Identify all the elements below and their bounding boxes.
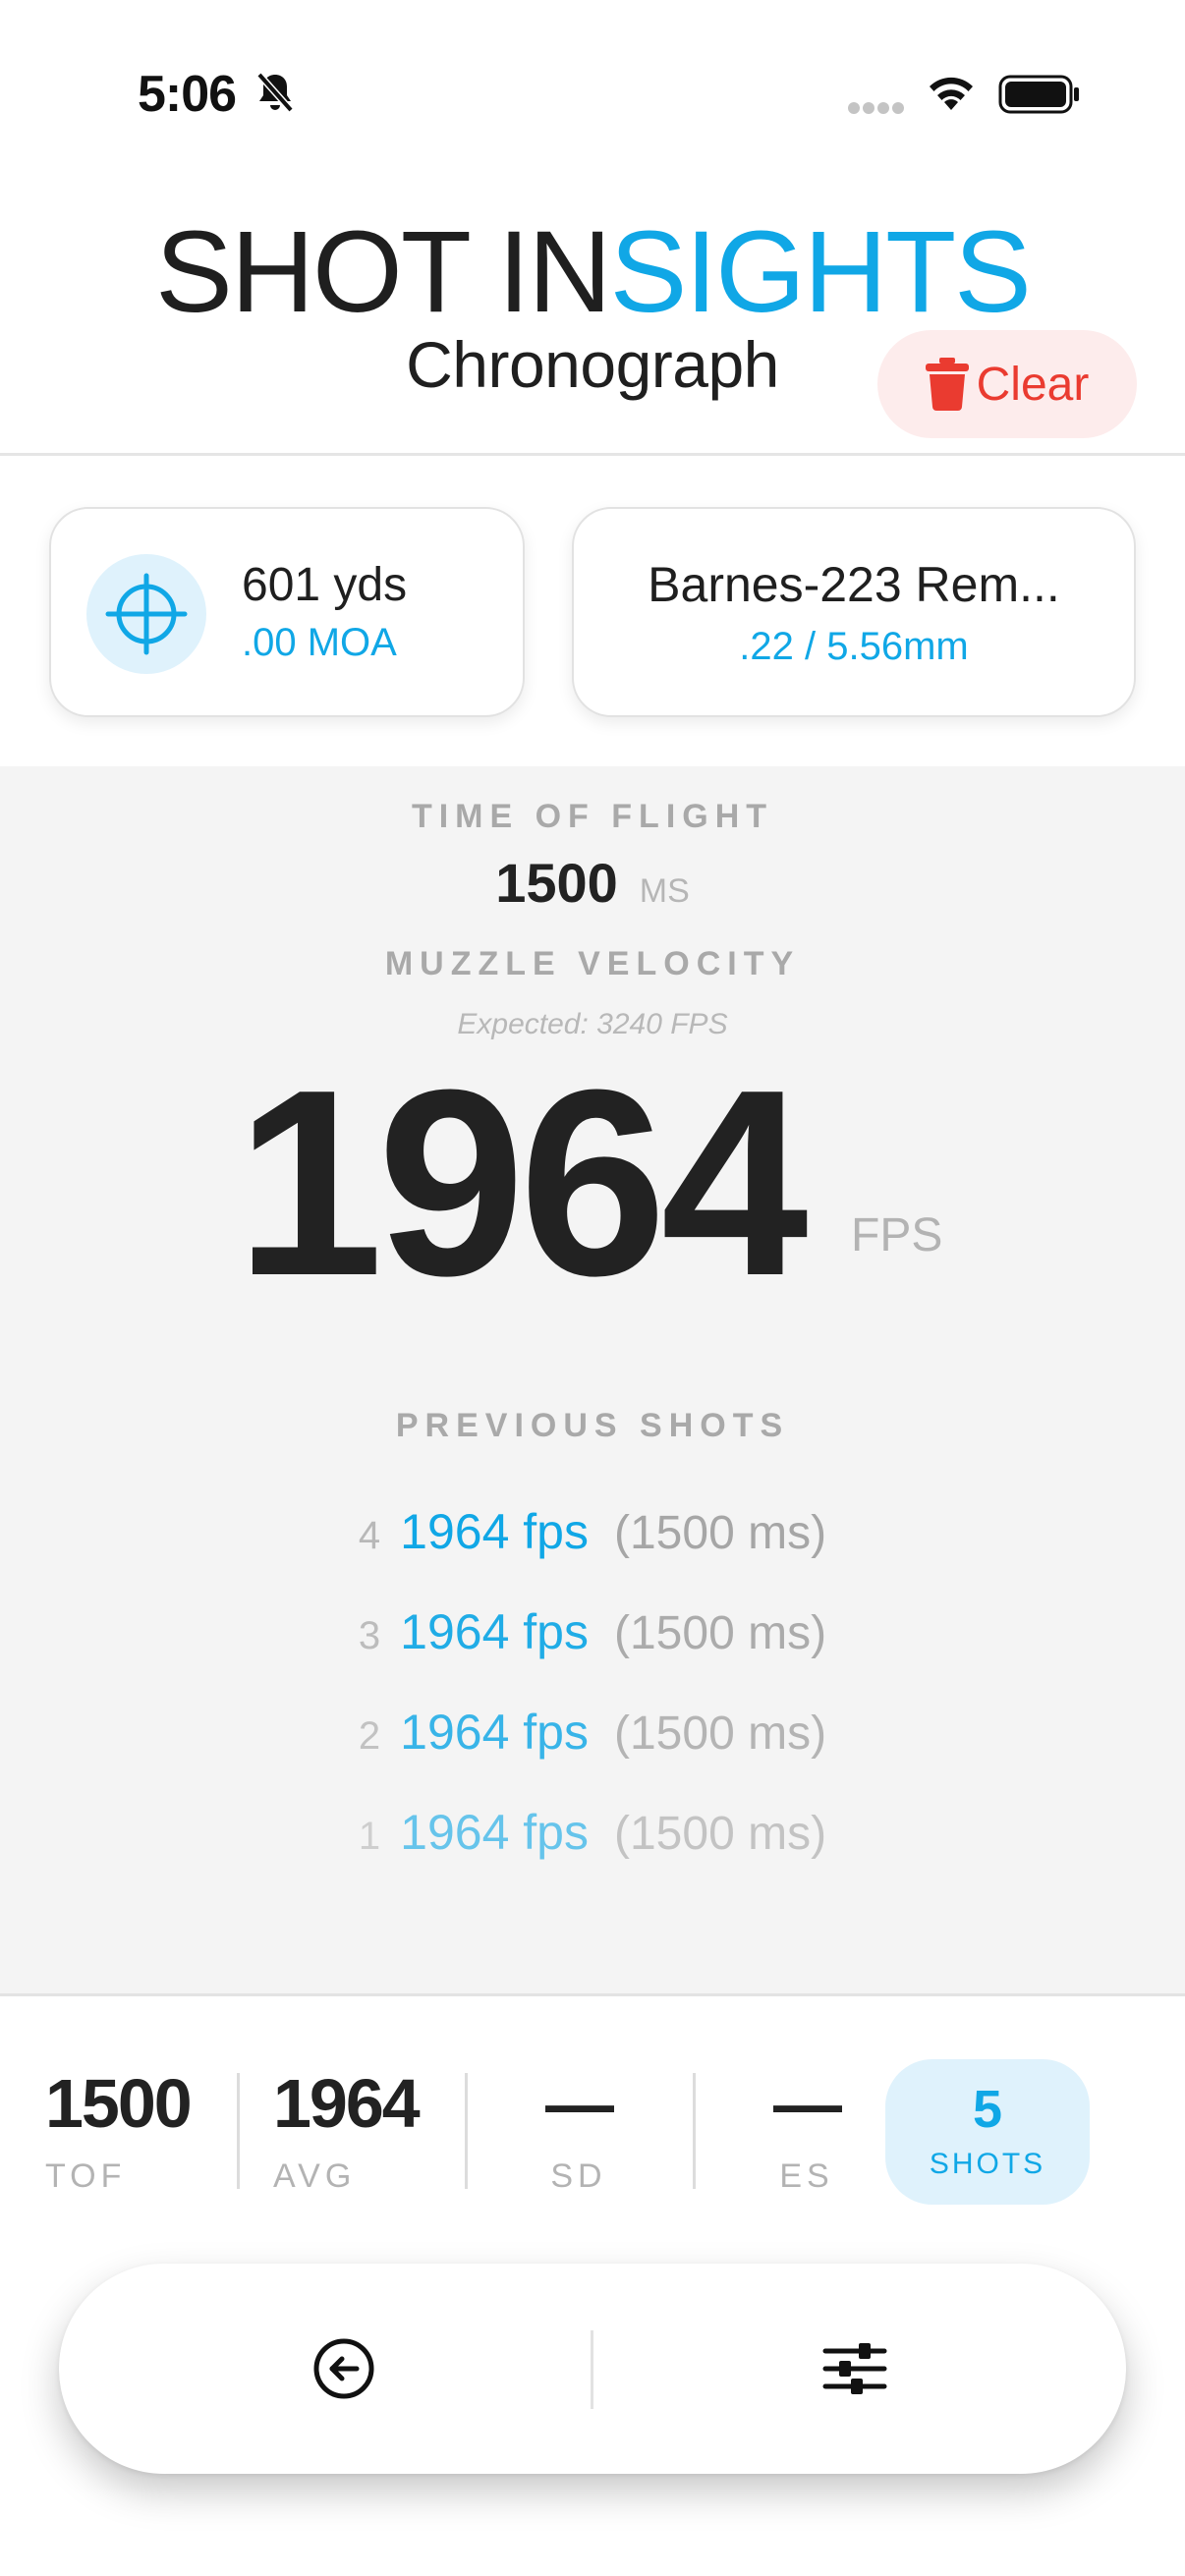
shot-ms: (1500 ms) xyxy=(614,1507,827,1559)
shot-index: 2 xyxy=(358,1714,381,1758)
ammo-caliber: .22 / 5.56mm xyxy=(739,625,969,668)
status-bar: 5:06 xyxy=(0,0,1185,187)
tof-row: 1500 MS xyxy=(0,851,1185,915)
wifi-icon xyxy=(930,77,973,110)
back-button[interactable] xyxy=(295,2320,393,2418)
stat-divider xyxy=(237,2073,240,2189)
ammo-card[interactable]: Barnes-223 Rem... .22 / 5.56mm xyxy=(572,507,1136,717)
target-badge xyxy=(86,554,206,674)
shot-fps: 1964 fps xyxy=(400,1805,589,1860)
stat-es: — ES xyxy=(713,2069,900,2226)
shot-index: 3 xyxy=(358,1614,381,1657)
brand-title: SHOT INSIGHTS xyxy=(0,214,1185,330)
brand-title-part2: SIGHTS xyxy=(609,207,1032,337)
bottom-nav xyxy=(59,2264,1126,2474)
clear-button[interactable]: Clear xyxy=(877,330,1137,438)
shot-row: 4 1964 fps (1500 ms) xyxy=(0,1507,1185,1557)
status-time: 5:06 xyxy=(138,66,237,123)
stat-divider xyxy=(693,2073,696,2189)
sliders-icon xyxy=(822,2343,887,2394)
tof-unit: MS xyxy=(639,872,690,910)
stat-tof-value: 1500 xyxy=(45,2069,193,2142)
shot-row: 2 1964 fps (1500 ms) xyxy=(0,1708,1185,1758)
shot-index: 1 xyxy=(358,1815,381,1858)
muzzle-velocity-label: MUZZLE VELOCITY xyxy=(384,945,801,982)
settings-button[interactable] xyxy=(806,2320,904,2418)
tof-value: 1500 xyxy=(495,852,618,914)
stat-avg-label: AVG xyxy=(273,2157,357,2195)
readout-panel: TIME OF FLIGHT 1500 MS MUZZLE VELOCITY Ex… xyxy=(0,766,1185,1996)
arrow-left-circle-icon xyxy=(313,2338,374,2399)
tof-label: TIME OF FLIGHT xyxy=(411,798,774,835)
stat-sd: — SD xyxy=(485,2069,672,2226)
range-moa: .00 MOA xyxy=(242,621,397,664)
stat-sd-label: SD xyxy=(550,2157,607,2195)
shots-count: 5 xyxy=(972,2080,1003,2139)
shot-ms: (1500 ms) xyxy=(614,1607,827,1659)
crosshair-icon xyxy=(105,573,188,655)
previous-shots-label: PREVIOUS SHOTS xyxy=(395,1407,790,1444)
stat-avg: 1964 AVG xyxy=(257,2069,434,2226)
brand-title-part1: SHOT IN xyxy=(155,207,611,337)
shot-index: 4 xyxy=(358,1514,381,1557)
stats-bar: 1500 TOF 1964 AVG — SD — ES 5 SHOTS xyxy=(0,1998,1185,2254)
shot-fps: 1964 fps xyxy=(400,1604,589,1659)
shot-row: 1 1964 fps (1500 ms) xyxy=(0,1808,1185,1858)
stat-tof-label: TOF xyxy=(45,2157,127,2195)
range-card[interactable]: 601 yds .00 MOA xyxy=(49,507,525,717)
shot-row: 3 1964 fps (1500 ms) xyxy=(0,1607,1185,1657)
shot-fps: 1964 fps xyxy=(400,1705,589,1760)
shot-fps: 1964 fps xyxy=(400,1504,589,1559)
clear-label: Clear xyxy=(976,358,1090,411)
stat-tof: 1500 TOF xyxy=(29,2069,206,2226)
shots-label: SHOTS xyxy=(929,2148,1046,2180)
signal-dots-icon xyxy=(848,102,904,114)
stat-avg-value: 1964 xyxy=(273,2069,421,2142)
ammo-name: Barnes-223 Rem... xyxy=(648,557,1060,612)
trash-icon xyxy=(925,358,969,411)
stat-divider xyxy=(465,2073,468,2189)
shot-ms: (1500 ms) xyxy=(614,1808,827,1860)
shots-count-button[interactable]: 5 SHOTS xyxy=(885,2059,1090,2205)
stat-es-value: — xyxy=(773,2069,842,2142)
app-header: SHOT INSIGHTS Chronograph Clear xyxy=(0,187,1185,456)
range-distance: 601 yds xyxy=(242,559,408,611)
shot-ms: (1500 ms) xyxy=(614,1708,827,1760)
battery-icon xyxy=(998,75,1079,114)
stat-sd-value: — xyxy=(545,2069,614,2142)
stat-es-label: ES xyxy=(779,2157,834,2195)
nav-divider xyxy=(591,2330,593,2409)
bell-slash-icon xyxy=(256,72,294,113)
muzzle-velocity-unit: FPS xyxy=(851,1209,943,1261)
muzzle-velocity-value: 1964 xyxy=(236,1036,809,1331)
